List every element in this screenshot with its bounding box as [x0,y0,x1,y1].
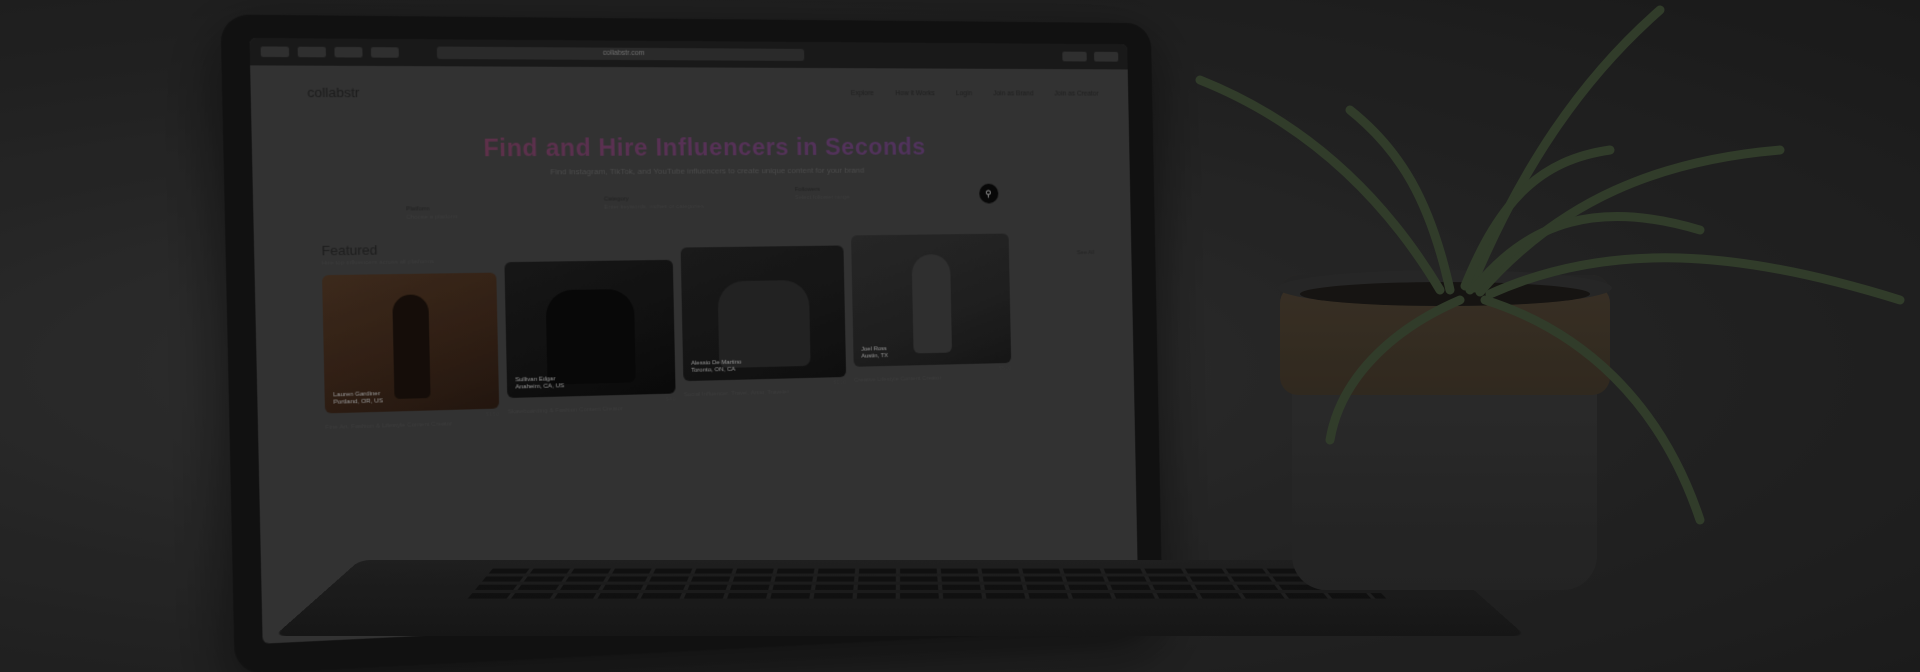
featured-title: Featured [321,241,434,258]
influencer-price: $100 [833,380,846,386]
influencer-card[interactable]: Alessio De Martino Toronto, ON, CA $100 … [681,245,847,420]
hero-title: Find and Hire Influencers in Seconds [252,133,1130,164]
person-silhouette [546,289,636,385]
influencer-location: Austin, TX [861,353,888,361]
nav-link-login[interactable]: Login [956,90,972,97]
influencer-photo: Joel Ross Austin, TX [851,234,1011,367]
person-silhouette [718,280,811,368]
influencer-name-overlay: Alessio De Martino Toronto, ON, CA [691,360,742,375]
featured-cards: Lauren Gardiner Portland, OR, US $150 Fi… [254,255,1134,433]
site-navigation: collabstr Explore How it Works Login Joi… [250,65,1128,108]
influencer-location: Anaheim, CA, US [515,383,564,391]
browser-url-bar[interactable]: collabstr.com [437,47,805,61]
site-logo[interactable]: collabstr [307,84,360,100]
browser-shield-button[interactable] [371,47,399,58]
category-field[interactable]: Category Enter keywords, niches or categ… [604,196,726,211]
hero-section: Find and Hire Influencers in Seconds Fin… [252,133,1130,178]
nav-link-join-as-creator[interactable]: Join as Creator [1054,90,1098,97]
influencer-price: $40 [666,397,676,403]
influencer-name-overlay: Sullivan Edgar Anaheim, CA, US [515,376,564,392]
influencer-price: $500 [999,366,1012,372]
followers-field[interactable]: Followers Select follower range [795,186,912,201]
photo-scene: collabstr.com collabstr Explore How it W… [0,0,1920,672]
person-silhouette [912,254,952,353]
browser-new-tab-button[interactable] [1094,52,1118,62]
influencer-photo: Lauren Gardiner Portland, OR, US [322,273,499,414]
search-icon: ⚲ [985,189,991,199]
hero-subtitle: Find Instagram, TikTok, and YouTube infl… [252,164,1129,178]
nav-link-how-it-works[interactable]: How it Works [895,90,935,97]
person-silhouette [392,294,430,399]
see-all-link[interactable]: See All [1077,250,1095,256]
nav-link-join-as-brand[interactable]: Join as Brand [993,90,1034,97]
browser-back-button[interactable] [261,46,290,57]
spider-plant-leaves [1140,0,1920,672]
platform-placeholder: Choose a platform [406,214,532,221]
platform-label: Platform [406,205,532,212]
laptop-screen: collabstr.com collabstr Explore How it W… [249,38,1138,644]
followers-placeholder: Select follower range [795,194,912,201]
influencer-name-overlay: Joel Ross Austin, TX [861,346,888,361]
influencer-name-overlay: Lauren Gardiner Portland, OR, US [333,391,383,407]
category-placeholder: Enter keywords, niches or categories [604,204,726,211]
influencer-location: Toronto, ON, CA [691,367,742,375]
influencer-location: Portland, OR, US [333,398,383,407]
nav-link-explore[interactable]: Explore [851,90,874,97]
platform-field[interactable]: Platform Choose a platform [406,205,532,221]
influencer-card[interactable]: Sullivan Edgar Anaheim, CA, US $40 Skate… [504,260,676,426]
browser-tab-button[interactable] [334,47,362,58]
influencer-photo: Sullivan Edgar Anaheim, CA, US [504,260,675,398]
browser-toolbar: collabstr.com [249,38,1127,70]
influencer-card[interactable]: Joel Ross Austin, TX $500 Creative Lifes… [851,234,1012,416]
influencer-description: Creative Lifestyle Content Creator [854,374,1012,384]
influencer-photo: Alessio De Martino Toronto, ON, CA [681,245,847,381]
nav-links: Explore How it Works Login Join as Brand… [851,90,1099,97]
category-label: Category [604,196,726,203]
followers-label: Followers [795,186,912,193]
influencer-card[interactable]: Lauren Gardiner Portland, OR, US $150 Fi… [322,273,499,432]
browser-sidebar-button[interactable] [298,47,326,58]
search-button[interactable]: ⚲ [979,184,998,204]
influencer-price: $150 [485,412,499,419]
browser-share-button[interactable] [1062,52,1086,62]
